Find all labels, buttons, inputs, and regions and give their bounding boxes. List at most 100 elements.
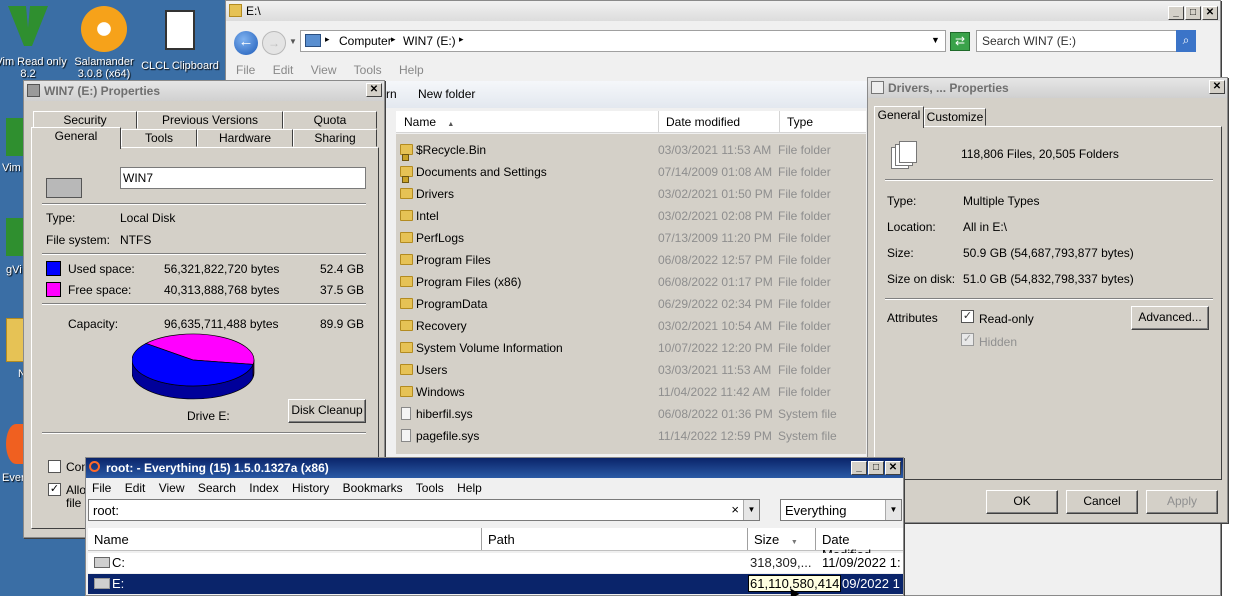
menu-edit[interactable]: Edit [125,481,146,495]
breadcrumb-drive[interactable]: WIN7 (E:) [403,34,456,48]
menu-tools[interactable]: Tools [416,481,444,495]
file-row[interactable]: Documents and Settings 07/14/2009 01:08 A… [396,161,866,183]
column-date-modified[interactable]: Date Modified [816,528,903,562]
close-button[interactable]: ✕ [1209,80,1225,94]
file-row[interactable]: Recovery 03/02/2021 10:54 AM File folder [396,315,866,337]
apply-button[interactable]: Apply [1146,490,1218,514]
clear-search-button[interactable]: × [731,502,739,517]
allow-index-checkbox[interactable]: ✓ [48,483,61,496]
locked-folder-icon [400,144,413,161]
menu-search[interactable]: Search [198,481,236,495]
column-path[interactable]: Path [482,528,748,550]
tab-previous-versions[interactable]: Previous Versions [137,111,283,129]
forward-button[interactable]: → [262,31,286,55]
file-type: System file [778,429,837,443]
file-row[interactable]: ProgramData 06/29/2022 02:34 PM File folde… [396,293,866,315]
disk-cleanup-button[interactable]: Disk Cleanup [288,399,366,423]
menu-bookmarks[interactable]: Bookmarks [343,481,403,495]
advanced-button[interactable]: Advanced... [1131,306,1209,330]
search-dropdown-icon[interactable]: ▼ [743,500,759,520]
desktop-icon-gvim-readonly[interactable]: gVim Read only 8.2 [0,6,70,80]
column-size[interactable]: Size ▼ [748,528,816,550]
desktop-icon-label: gVim Read only 8.2 [0,56,67,80]
column-type[interactable]: Type [781,111,861,133]
tab-hardware[interactable]: Hardware [197,129,293,147]
desktop-icon-label: gVi [6,264,22,276]
chevron-right-icon: ▸ [391,34,396,44]
file-row[interactable]: hiberfil.sys 06/08/2022 01:36 PM System fi… [396,403,866,425]
tab-sharing[interactable]: Sharing [293,129,377,147]
minimize-button[interactable]: _ [851,461,867,475]
menu-history[interactable]: History [292,481,329,495]
maximize-button[interactable]: □ [1185,6,1201,20]
file-row[interactable]: pagefile.sys 11/14/2022 12:59 PM System fi… [396,425,866,447]
drive-properties-titlebar[interactable]: WIN7 (E:) Properties [24,81,384,101]
capacity-label: Capacity: [68,317,119,331]
file-row[interactable]: $Recycle.Bin 03/03/2021 11:53 AM File fold… [396,139,866,161]
filter-select[interactable]: Everything ▼ [780,499,902,521]
explorer-titlebar[interactable]: E:\ [226,1,1220,21]
result-date: 11/09/2022 1: [822,555,901,570]
menu-tools[interactable]: Tools [354,63,382,77]
file-row[interactable]: Program Files (x86) 06/08/2022 01:17 PM Fi… [396,271,866,293]
tab-quota[interactable]: Quota [283,111,377,129]
refresh-button[interactable]: ⇄ [950,32,970,51]
menu-index[interactable]: Index [249,481,278,495]
ok-button[interactable]: OK [986,490,1058,514]
everything-search-input[interactable]: root: × ▼ [88,499,760,521]
back-button[interactable]: ← [234,31,258,55]
folder-icon [400,342,413,353]
file-row[interactable]: Users 03/03/2021 11:53 AM File folder [396,359,866,381]
tab-general[interactable]: General [874,106,924,128]
file-date-modified: 06/08/2022 01:36 PM [658,407,773,421]
divider [42,432,366,434]
file-row[interactable]: Program Files 06/08/2022 12:57 PM File fol… [396,249,866,271]
menu-view[interactable]: View [311,63,337,77]
computer-icon [305,34,321,47]
file-row[interactable]: Drivers 03/02/2021 01:50 PM File folder [396,183,866,205]
menu-help[interactable]: Help [399,63,424,77]
menu-view[interactable]: View [159,481,185,495]
filter-dropdown-icon[interactable]: ▼ [885,500,901,520]
menu-file[interactable]: File [92,481,111,495]
file-row[interactable]: Intel 03/02/2021 02:08 PM File folder [396,205,866,227]
close-button[interactable]: ✕ [885,461,901,475]
compress-checkbox[interactable] [48,460,61,473]
readonly-checkbox[interactable]: ✓ [961,310,974,323]
address-dropdown-icon[interactable]: ▼ [931,35,940,45]
drive-label-input[interactable]: WIN7 [120,167,366,189]
desktop-icon-salamander[interactable]: Salamander 3.0.8 (x64) [62,6,146,80]
folder-properties-titlebar[interactable]: Drivers, ... Properties [868,78,1227,98]
everything-titlebar[interactable]: root: - Everything (15) 1.5.0.1327a (x86… [86,458,903,478]
column-name[interactable]: Name ▲ [396,111,659,133]
free-color-swatch [46,282,61,297]
file-row[interactable]: Windows 11/04/2022 11:42 AM File folder [396,381,866,403]
column-name[interactable]: Name [88,528,482,550]
file-row[interactable]: PerfLogs 07/13/2009 11:20 PM File folder [396,227,866,249]
results-row[interactable]: C: 318,309,... 11/09/2022 1: [88,553,903,573]
address-bar[interactable]: ▸ Computer ▸ WIN7 (E:) ▸ ▼ [300,30,946,52]
menu-file[interactable]: File [236,63,255,77]
burn-button[interactable]: rn [386,87,397,101]
size-value: 50.9 GB (54,687,793,877 bytes) [963,246,1134,260]
capacity-gb: 89.9 GB [320,317,365,331]
results-row-selected[interactable]: E: 61,110,580,414 09/2022 1 [88,574,903,594]
tab-tools[interactable]: Tools [121,129,197,147]
minimize-button[interactable]: _ [1168,6,1184,20]
file-row[interactable]: System Volume Information 10/07/2022 12:2… [396,337,866,359]
search-input[interactable]: Search WIN7 (E:) ⌕ [976,30,1196,52]
new-folder-button[interactable]: New folder [418,87,475,101]
menu-edit[interactable]: Edit [273,63,294,77]
cancel-button[interactable]: Cancel [1066,490,1138,514]
history-dropdown-icon[interactable]: ▼ [289,37,297,46]
search-icon[interactable]: ⌕ [1176,30,1196,52]
close-button[interactable]: ✕ [366,83,382,97]
menu-help[interactable]: Help [457,481,482,495]
desktop-icon-clcl[interactable]: CLCL Clipboard [138,6,222,72]
maximize-button[interactable]: □ [868,461,884,475]
tab-customize[interactable]: Customize [924,108,986,126]
breadcrumb-computer[interactable]: Computer [339,34,392,48]
close-button[interactable]: ✕ [1202,6,1218,20]
column-date[interactable]: Date modified [660,111,780,133]
tab-general[interactable]: General [31,127,121,149]
